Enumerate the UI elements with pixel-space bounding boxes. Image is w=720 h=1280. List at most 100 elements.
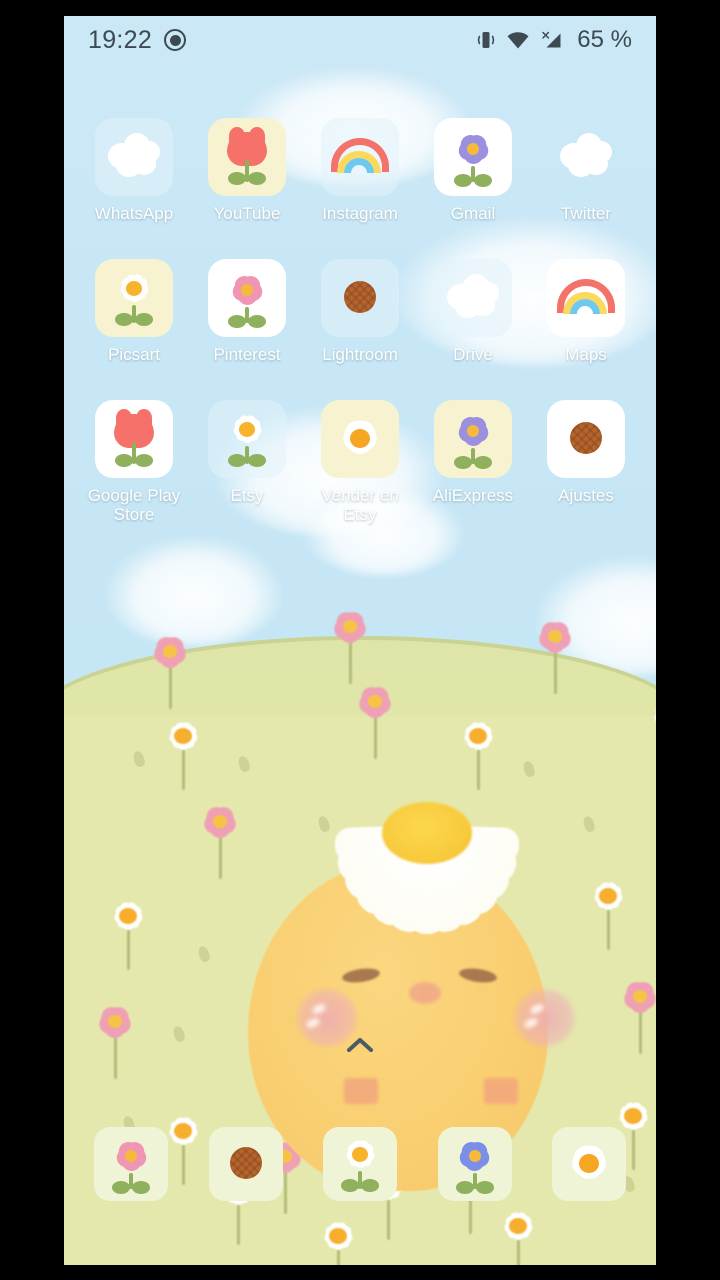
app-icon-drive[interactable]: Drive — [425, 259, 521, 364]
wallpaper-daisy — [454, 716, 502, 791]
dock-item-gallery[interactable] — [552, 1127, 626, 1201]
app-tile[interactable] — [95, 118, 173, 196]
app-icon-youtube[interactable]: YouTube — [199, 118, 295, 223]
dock-item-phone[interactable] — [94, 1127, 168, 1201]
app-label: Picsart — [108, 345, 160, 364]
app-row: WhatsApp YouTube Instagram Gmail Twitter — [64, 118, 656, 223]
sunflower-icon — [555, 408, 617, 470]
app-tile[interactable] — [434, 118, 512, 196]
sunflower-icon — [329, 267, 391, 329]
wallpaper-pink-flower — [144, 631, 196, 711]
wallpaper-pink-flower — [324, 606, 376, 686]
app-tile[interactable] — [95, 400, 173, 478]
wallpaper-daisy — [584, 876, 632, 951]
wallpaper-pink-flower — [614, 976, 656, 1056]
flower-center — [241, 284, 253, 296]
app-label: Ajustes — [558, 486, 614, 505]
app-label: Gmail — [450, 204, 496, 223]
app-icon-instagram[interactable]: Instagram — [312, 118, 408, 223]
app-label: Google Play Store — [87, 486, 181, 524]
flower-center — [467, 425, 479, 437]
chevron-up-icon[interactable] — [342, 1032, 378, 1058]
app-row: Picsart Pinterest Lightroom Drive Maps — [64, 259, 656, 364]
chick-cheek-right — [514, 989, 576, 1047]
app-icon-etsy[interactable]: Etsy — [199, 400, 295, 524]
app-icon-lightroom[interactable]: Lightroom — [312, 259, 408, 364]
wallpaper-daisy — [314, 1216, 362, 1265]
app-tile[interactable] — [547, 259, 625, 337]
app-label: Pinterest — [213, 345, 281, 364]
wallpaper-pink-flower — [89, 1001, 141, 1081]
app-tile[interactable] — [321, 259, 399, 337]
dock-item-chrome[interactable] — [437, 1127, 512, 1201]
app-icon-ajustes[interactable]: Ajustes — [538, 400, 634, 524]
app-label: WhatsApp — [94, 204, 174, 223]
app-tile[interactable] — [321, 118, 399, 196]
dock-item-messages[interactable] — [323, 1127, 397, 1201]
dock-item-camera[interactable] — [208, 1127, 283, 1201]
chick-nose — [409, 982, 441, 1004]
wallpaper-pink-flower — [194, 801, 246, 881]
app-tile[interactable] — [434, 259, 512, 337]
chick-daisy-hat — [292, 784, 562, 936]
rainbow-icon — [329, 126, 391, 188]
vibrate-icon — [476, 29, 496, 51]
wifi-icon — [506, 30, 530, 50]
white-daisy-icon — [216, 408, 278, 470]
app-label: AliExpress — [432, 486, 514, 505]
app-label: Instagram — [322, 204, 398, 223]
rainbow-arc — [557, 279, 615, 314]
blue-flower-icon — [444, 1133, 506, 1195]
pink-flower-icon — [216, 267, 278, 329]
app-tile[interactable] — [547, 400, 625, 478]
cloud-flower-icon — [442, 267, 504, 329]
wallpaper-pink-flower — [529, 616, 581, 696]
sunflower-center — [344, 281, 376, 313]
screenshot-stage: 19:22 65 % WhatsApp YouTube Instagram Gm… — [0, 0, 720, 1280]
app-label: Etsy — [230, 486, 264, 505]
app-tile[interactable] — [208, 118, 286, 196]
app-tile[interactable] — [95, 259, 173, 337]
wallpaper-daisy — [104, 896, 152, 971]
wallpaper-daisy — [494, 1206, 542, 1265]
white-blossom-icon — [329, 408, 391, 470]
app-icon-pinterest[interactable]: Pinterest — [199, 259, 295, 364]
app-tile[interactable] — [208, 400, 286, 478]
red-tulip-icon — [103, 408, 165, 470]
battery-percent: 65 % — [577, 26, 632, 53]
chick-foot-left — [344, 1078, 378, 1104]
cloud-flower-icon — [555, 126, 617, 188]
white-daisy-icon — [329, 1133, 391, 1195]
chick-foot-right — [484, 1078, 518, 1104]
app-label: Lightroom — [322, 345, 398, 364]
flower-center — [350, 429, 370, 448]
app-icon-vender-en-etsy[interactable]: Vender en Etsy — [312, 400, 408, 524]
status-clock: 19:22 — [88, 25, 153, 54]
flower-center — [239, 422, 255, 437]
app-tile[interactable] — [547, 118, 625, 196]
app-label: YouTube — [213, 204, 281, 223]
sunflower-icon — [215, 1133, 277, 1195]
app-icon-gmail[interactable]: Gmail — [425, 118, 521, 223]
app-icon-whatsapp[interactable]: WhatsApp — [86, 118, 182, 223]
rainbow-arc — [331, 138, 389, 173]
app-icon-maps[interactable]: Maps — [538, 259, 634, 364]
app-icon-picsart[interactable]: Picsart — [86, 259, 182, 364]
flower-center — [467, 143, 479, 155]
flower-center — [579, 1154, 599, 1173]
flower-center — [126, 281, 142, 296]
flower-center — [468, 1150, 481, 1162]
app-tile[interactable] — [208, 259, 286, 337]
app-label: Vender en Etsy — [321, 486, 399, 524]
sunflower-center — [570, 422, 602, 454]
purple-flower-icon — [442, 408, 504, 470]
purple-flower-icon — [442, 126, 504, 188]
status-bar-left: 19:22 — [88, 25, 187, 55]
app-icon-google-play-store[interactable]: Google Play Store — [86, 400, 182, 524]
rainbow-icon — [555, 267, 617, 329]
app-tile[interactable] — [434, 400, 512, 478]
leaves — [228, 172, 266, 186]
app-tile[interactable] — [321, 400, 399, 478]
app-icon-aliexpress[interactable]: AliExpress — [425, 400, 521, 524]
app-icon-twitter[interactable]: Twitter — [538, 118, 634, 223]
